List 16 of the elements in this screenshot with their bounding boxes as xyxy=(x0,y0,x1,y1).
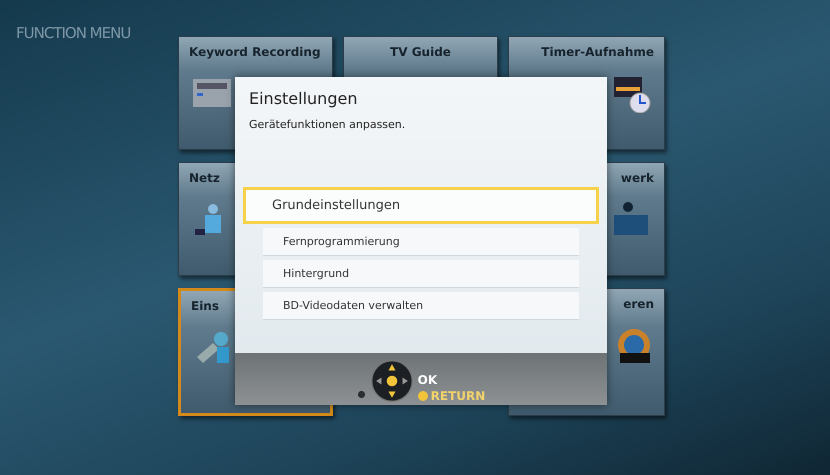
dpad-icon xyxy=(370,359,414,403)
tile-label: eren xyxy=(622,297,654,311)
dot-icon xyxy=(356,390,366,399)
return-hint: RETURN xyxy=(430,389,486,403)
menu-option[interactable]: Grundeinstellungen xyxy=(243,187,599,224)
ok-hint: OK xyxy=(418,373,438,387)
tile-label: Timer-Aufnahme xyxy=(540,45,654,59)
menu-option[interactable]: BD-Videodaten verwalten xyxy=(263,292,579,320)
dot-icon xyxy=(418,391,428,401)
menu-option[interactable]: Fernprogrammierung xyxy=(263,228,579,256)
menu-option[interactable]: Hintergrund xyxy=(263,260,579,288)
tile-label: TV Guide xyxy=(389,45,452,59)
tile-label: werk xyxy=(620,171,654,185)
screen-title: FUNCTION MENU xyxy=(16,24,130,42)
tile-label: Keyword Recording xyxy=(189,45,322,59)
tile-label: Netz xyxy=(189,171,221,185)
